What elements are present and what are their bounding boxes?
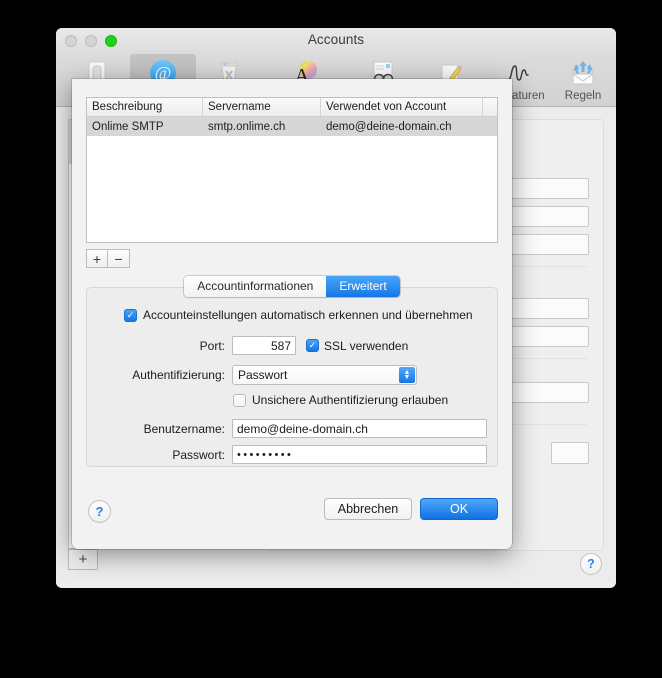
auto-detect-label: Accounteinstellungen automatisch erkenne… (143, 308, 473, 322)
window-title: Accounts (56, 32, 616, 47)
cell-extra (483, 117, 497, 136)
cell-beschreibung: Onlime SMTP (87, 117, 203, 136)
sheet-footer: ? Abbrechen OK (72, 489, 512, 549)
allow-insecure-row[interactable]: Unsichere Authentifizierung erlauben (233, 393, 448, 407)
password-input[interactable]: ••••••••• (232, 445, 487, 464)
ssl-checkbox[interactable]: ✓ (306, 339, 319, 352)
password-value: ••••••••• (237, 449, 293, 461)
window-titlebar: Accounts (56, 28, 616, 54)
auto-detect-checkbox[interactable]: ✓ (124, 309, 137, 322)
port-label: Port: (87, 339, 225, 353)
password-label: Passwort: (87, 448, 225, 462)
ok-button[interactable]: OK (420, 498, 498, 520)
remove-server-button[interactable]: − (108, 249, 130, 268)
screen: Accounts Allgemein (0, 0, 662, 678)
table-header-row: Beschreibung Servername Verwendet von Ac… (87, 98, 497, 117)
add-server-button[interactable]: + (86, 249, 108, 268)
window-help-button[interactable]: ? (580, 553, 602, 575)
column-header-beschreibung[interactable]: Beschreibung (87, 98, 203, 116)
segmented-control: Accountinformationen Erweitert (184, 276, 399, 297)
authentication-value: Passwort (238, 368, 287, 382)
allow-insecure-label: Unsichere Authentifizierung erlauben (252, 393, 448, 407)
tab-accountinformationen[interactable]: Accountinformationen (184, 276, 326, 297)
username-row: Benutzername: demo@deine-domain.ch (87, 419, 487, 438)
toolbar-item-regeln[interactable]: Regeln (550, 54, 616, 104)
username-input[interactable]: demo@deine-domain.ch (232, 419, 487, 438)
authentication-label: Authentifizierung: (87, 368, 225, 382)
cell-servername: smtp.onlime.ch (203, 117, 321, 136)
ssl-label: SSL verwenden (324, 339, 408, 353)
smtp-server-table[interactable]: Beschreibung Servername Verwendet von Ac… (86, 97, 498, 243)
advanced-settings-panel: ✓ Accounteinstellungen automatisch erken… (86, 287, 498, 467)
column-header-servername[interactable]: Servername (203, 98, 321, 116)
authentication-row: Authentifizierung: Passwort ▲▼ (87, 365, 417, 385)
chevron-updown-icon: ▲▼ (399, 367, 415, 383)
allow-insecure-checkbox[interactable] (233, 394, 246, 407)
list-edit-buttons: + − (86, 249, 130, 268)
ghost-popup-field (551, 442, 589, 464)
add-account-button[interactable]: + (68, 549, 98, 570)
toolbar-label: Regeln (565, 90, 601, 102)
cancel-button[interactable]: Abbrechen (324, 498, 412, 520)
help-button[interactable]: ? (88, 500, 111, 523)
table-row[interactable]: Onlime SMTP smtp.onlime.ch demo@deine-do… (87, 117, 497, 136)
column-header-extra[interactable] (483, 98, 497, 116)
tab-erweitert[interactable]: Erweitert (326, 276, 399, 297)
smtp-settings-sheet: Beschreibung Servername Verwendet von Ac… (72, 79, 512, 549)
username-label: Benutzername: (87, 422, 225, 436)
rules-arrows-icon (567, 57, 599, 89)
auto-detect-row[interactable]: ✓ Accounteinstellungen automatisch erken… (124, 308, 473, 322)
column-header-account[interactable]: Verwendet von Account (321, 98, 483, 116)
port-row: Port: 587 ✓ SSL verwenden (87, 336, 408, 355)
sheet-tabbar: Accountinformationen Erweitert (72, 276, 512, 297)
authentication-select[interactable]: Passwort ▲▼ (232, 365, 417, 385)
port-input[interactable]: 587 (232, 336, 296, 355)
password-row: Passwort: ••••••••• (87, 445, 487, 464)
cell-account: demo@deine-domain.ch (321, 117, 483, 136)
